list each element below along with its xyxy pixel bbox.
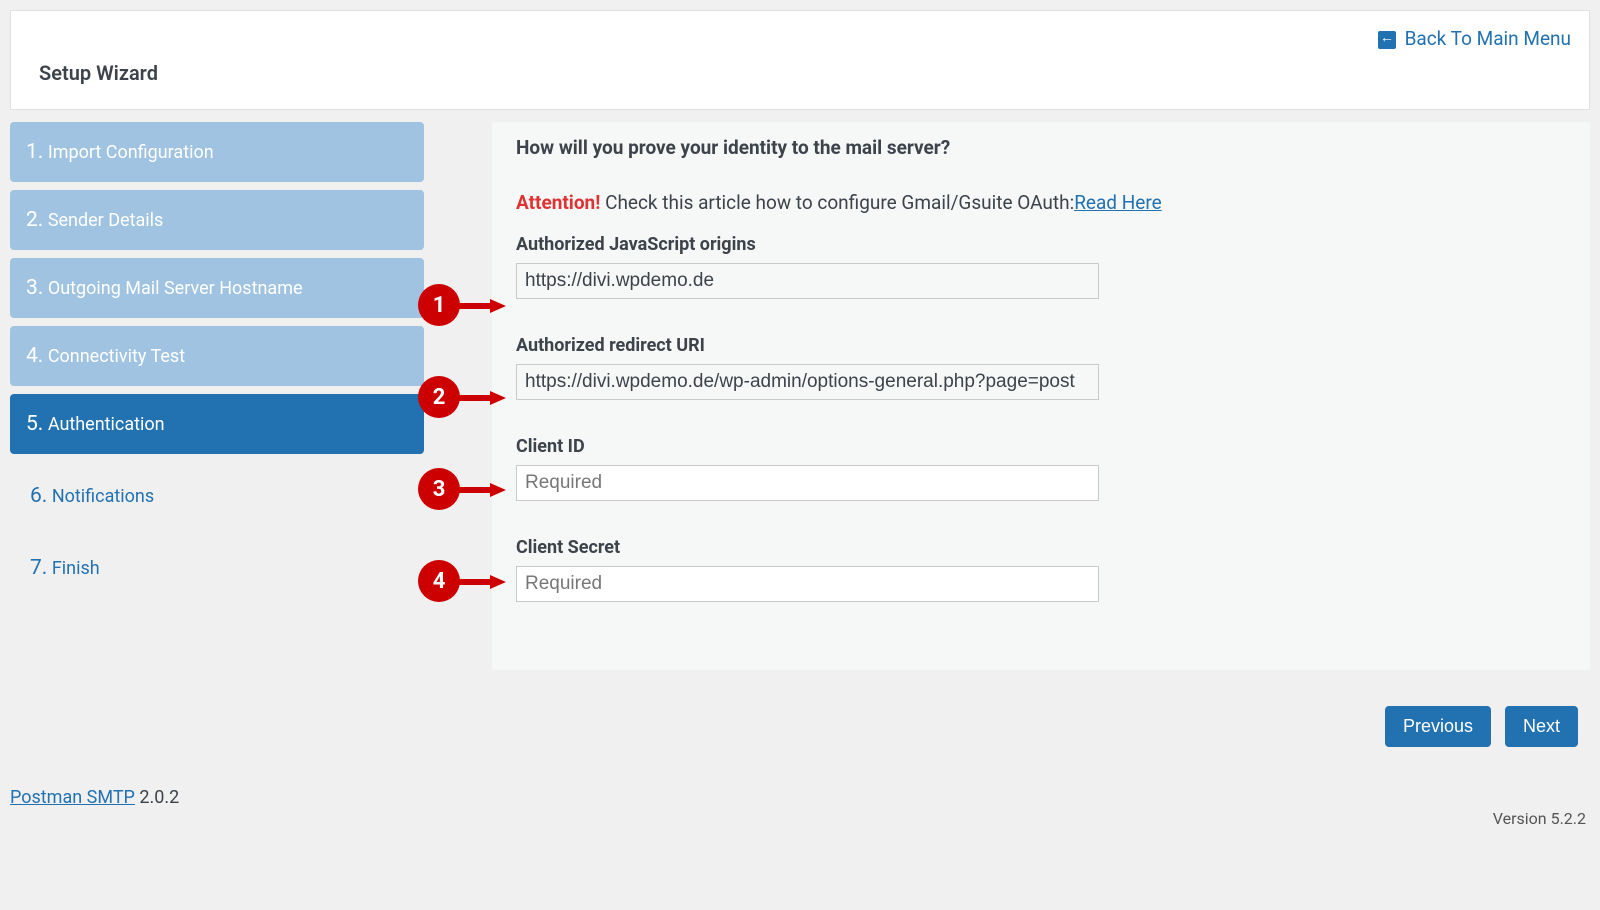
attention-text: Check this article how to configure Gmai…	[605, 191, 1074, 214]
attention-row: Attention! Check this article how to con…	[516, 191, 1566, 214]
plugin-version: 2.0.2	[135, 787, 179, 808]
step-label: Notifications	[52, 486, 154, 507]
step-label: Sender Details	[48, 210, 164, 231]
step-number: 2.	[26, 208, 43, 232]
step-number: 7.	[30, 556, 47, 580]
step-connectivity-test[interactable]: 4. Connectivity Test	[10, 326, 424, 386]
read-here-link[interactable]: Read Here	[1074, 191, 1162, 214]
redirect-uri-label: Authorized redirect URI	[516, 335, 1566, 356]
previous-button[interactable]: Previous	[1385, 706, 1491, 747]
auth-panel: How will you prove your identity to the …	[492, 122, 1590, 670]
step-finish[interactable]: 7. Finish	[10, 538, 424, 598]
step-number: 3.	[26, 276, 43, 300]
step-label: Connectivity Test	[48, 346, 185, 367]
step-authentication[interactable]: 5. Authentication	[10, 394, 424, 454]
back-link-text: Back To Main Menu	[1405, 27, 1571, 50]
redirect-uri-input[interactable]	[516, 364, 1099, 400]
back-to-main-link[interactable]: Back To Main Menu	[1378, 27, 1571, 50]
step-number: 1.	[26, 140, 43, 164]
footer-credit: Postman SMTP 2.0.2	[10, 787, 179, 808]
client-secret-input[interactable]	[516, 566, 1099, 602]
js-origins-input[interactable]	[516, 263, 1099, 299]
wp-version: Version 5.2.2	[1493, 809, 1586, 828]
next-button[interactable]: Next	[1505, 706, 1578, 747]
client-secret-label: Client Secret	[516, 537, 1566, 558]
step-label: Authentication	[48, 414, 165, 435]
step-label: Outgoing Mail Server Hostname	[48, 278, 303, 299]
step-number: 4.	[26, 344, 43, 368]
page-title: Setup Wizard	[39, 61, 1561, 85]
postman-smtp-link[interactable]: Postman SMTP	[10, 787, 135, 808]
js-origins-label: Authorized JavaScript origins	[516, 234, 1566, 255]
auth-heading: How will you prove your identity to the …	[516, 136, 1566, 159]
step-label: Import Configuration	[48, 142, 214, 163]
step-outgoing-hostname[interactable]: 3. Outgoing Mail Server Hostname	[10, 258, 424, 318]
client-id-label: Client ID	[516, 436, 1566, 457]
step-number: 5.	[26, 412, 43, 436]
client-id-input[interactable]	[516, 465, 1099, 501]
step-number: 6.	[30, 484, 47, 508]
step-import-configuration[interactable]: 1. Import Configuration	[10, 122, 424, 182]
step-sender-details[interactable]: 2. Sender Details	[10, 190, 424, 250]
wizard-steps-list: 1. Import Configuration 2. Sender Detail…	[10, 122, 424, 670]
back-arrow-icon	[1378, 31, 1396, 49]
attention-label: Attention!	[516, 191, 600, 214]
step-label: Finish	[52, 558, 100, 579]
step-notifications[interactable]: 6. Notifications	[10, 466, 424, 526]
